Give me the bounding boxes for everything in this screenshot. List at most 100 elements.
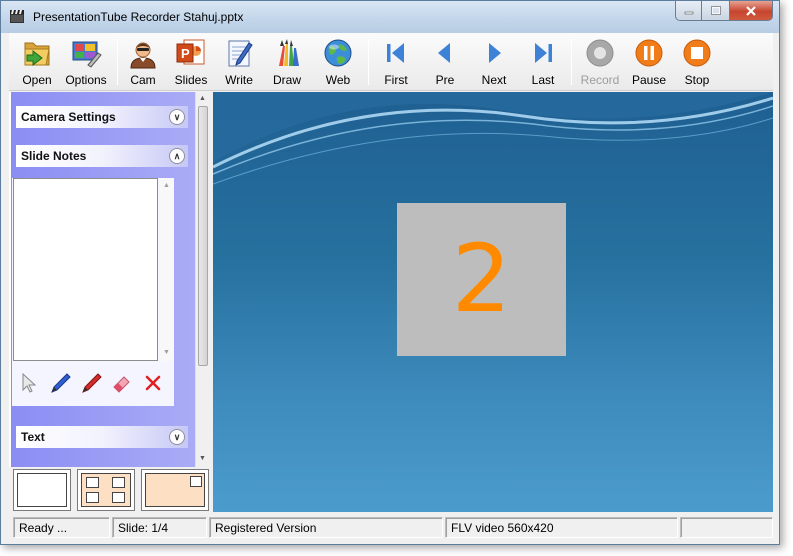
blue-pen-icon	[51, 373, 71, 393]
first-button[interactable]: First	[372, 37, 420, 89]
slide-number-box: 2	[397, 203, 566, 356]
layout-pip-preview	[145, 473, 205, 507]
status-slide-counter: Slide: 1/4	[112, 517, 207, 538]
first-label: First	[384, 73, 408, 87]
red-pen-icon	[82, 373, 102, 393]
next-slide-icon	[489, 43, 501, 63]
clear-annotations-tool[interactable]	[141, 371, 165, 395]
slide-notes-textarea[interactable]	[13, 178, 158, 361]
open-button[interactable]: Open	[13, 37, 61, 89]
camera-settings-label: Camera Settings	[21, 110, 116, 124]
side-panel-scrollbar[interactable]: ▲ ▼	[195, 92, 209, 467]
web-label: Web	[325, 73, 351, 87]
close-icon	[746, 5, 756, 16]
status-bar: Ready ... Slide: 1/4 Registered Version …	[9, 515, 773, 539]
chevron-double-up-icon[interactable]: ∧	[169, 148, 185, 164]
clapperboard-icon	[10, 10, 24, 23]
maximize-button[interactable]	[702, 1, 729, 21]
next-button[interactable]: Next	[470, 37, 518, 89]
options-label: Options	[65, 73, 107, 87]
text-header[interactable]: Text ∨	[16, 426, 188, 448]
layout-grid-button[interactable]	[77, 469, 135, 511]
chevron-double-down-icon[interactable]: ∨	[169, 429, 185, 445]
red-pen-tool[interactable]	[79, 371, 103, 395]
eraser-icon	[113, 376, 130, 393]
pause-label: Pause	[631, 73, 667, 87]
slides-button[interactable]: P Slides	[167, 37, 215, 89]
scroll-up-icon[interactable]: ▲	[163, 182, 170, 189]
last-label: Last	[531, 73, 555, 87]
status-ready: Ready ...	[13, 517, 110, 538]
status-extra	[680, 517, 773, 538]
camera-settings-header[interactable]: Camera Settings ∨	[16, 106, 188, 128]
svg-text:P: P	[181, 46, 190, 61]
folder-open-icon	[24, 42, 50, 67]
cam-label: Cam	[130, 73, 156, 87]
record-icon	[586, 39, 614, 67]
title-bar[interactable]: PresentationTube Recorder Stahuj.pptx	[1, 1, 779, 33]
chevron-double-down-icon[interactable]: ∨	[169, 109, 185, 125]
webcam-person-icon	[130, 42, 156, 69]
slide-notes-area: ▲ ▼	[12, 178, 174, 406]
draw-button[interactable]: Draw	[263, 37, 311, 89]
scroll-down-icon[interactable]: ▼	[199, 455, 206, 462]
next-label: Next	[481, 73, 507, 87]
record-button: Record	[576, 37, 624, 89]
web-button[interactable]: Web	[314, 37, 362, 89]
layout-cell	[112, 477, 125, 488]
app-window: PresentationTube Recorder Stahuj.pptx Op…	[0, 0, 780, 545]
minimize-button[interactable]	[675, 1, 702, 21]
slide-background-waves	[213, 92, 773, 185]
pointer-tool[interactable]	[17, 371, 41, 395]
slide-stage[interactable]: : 2	[213, 92, 773, 512]
last-button[interactable]: Last	[519, 37, 567, 89]
layout-grid-preview	[81, 473, 131, 507]
layout-slide-only-button[interactable]	[13, 469, 71, 511]
layout-slide-only-preview	[17, 473, 67, 507]
write-button[interactable]: Write	[215, 37, 263, 89]
slide-notes-label: Slide Notes	[21, 149, 87, 163]
scrollbar-thumb[interactable]	[198, 106, 208, 366]
cursor-arrow-icon	[22, 372, 37, 393]
text-section-label: Text	[21, 430, 45, 444]
toolbar-separator	[117, 39, 118, 85]
layout-selector	[9, 467, 209, 513]
annotation-tools	[17, 371, 165, 395]
options-button[interactable]: Options	[62, 37, 110, 89]
options-icon	[72, 41, 102, 68]
previous-button[interactable]: Pre	[421, 37, 469, 89]
brushes-icon	[279, 39, 299, 66]
slides-label: Slides	[174, 73, 208, 87]
notepad-pen-icon	[228, 40, 253, 67]
powerpoint-icon: P	[176, 39, 205, 65]
write-label: Write	[225, 73, 253, 87]
notes-scrollbar[interactable]: ▲ ▼	[160, 178, 174, 361]
stop-label: Stop	[684, 73, 710, 87]
last-slide-icon	[535, 43, 552, 63]
layout-pip-button[interactable]	[141, 469, 209, 511]
maximize-icon	[710, 6, 721, 15]
eraser-tool[interactable]	[110, 371, 134, 395]
slide-notes-header[interactable]: Slide Notes ∧	[16, 145, 188, 167]
layout-cell	[86, 477, 99, 488]
close-button[interactable]	[729, 1, 773, 21]
stop-button[interactable]: Stop	[673, 37, 721, 89]
globe-icon	[324, 39, 352, 67]
previous-label: Pre	[435, 73, 455, 87]
scroll-up-icon[interactable]: ▲	[199, 95, 206, 102]
pause-button[interactable]: Pause	[625, 37, 673, 89]
minimize-icon	[684, 11, 693, 14]
layout-cell	[112, 492, 125, 503]
window-title: PresentationTube Recorder Stahuj.pptx	[33, 10, 244, 24]
toolbar-separator	[368, 39, 369, 85]
layout-cell	[190, 476, 202, 487]
scroll-down-icon[interactable]: ▼	[163, 349, 170, 356]
pause-icon	[635, 39, 663, 67]
blue-pen-tool[interactable]	[48, 371, 72, 395]
cam-button[interactable]: Cam	[119, 37, 167, 89]
draw-label: Draw	[272, 73, 301, 87]
previous-slide-icon	[438, 43, 450, 63]
window-controls	[675, 1, 773, 23]
main-toolbar: Open Options Cam P Slides Write Draw Web…	[9, 33, 773, 91]
layout-cell	[86, 492, 99, 503]
